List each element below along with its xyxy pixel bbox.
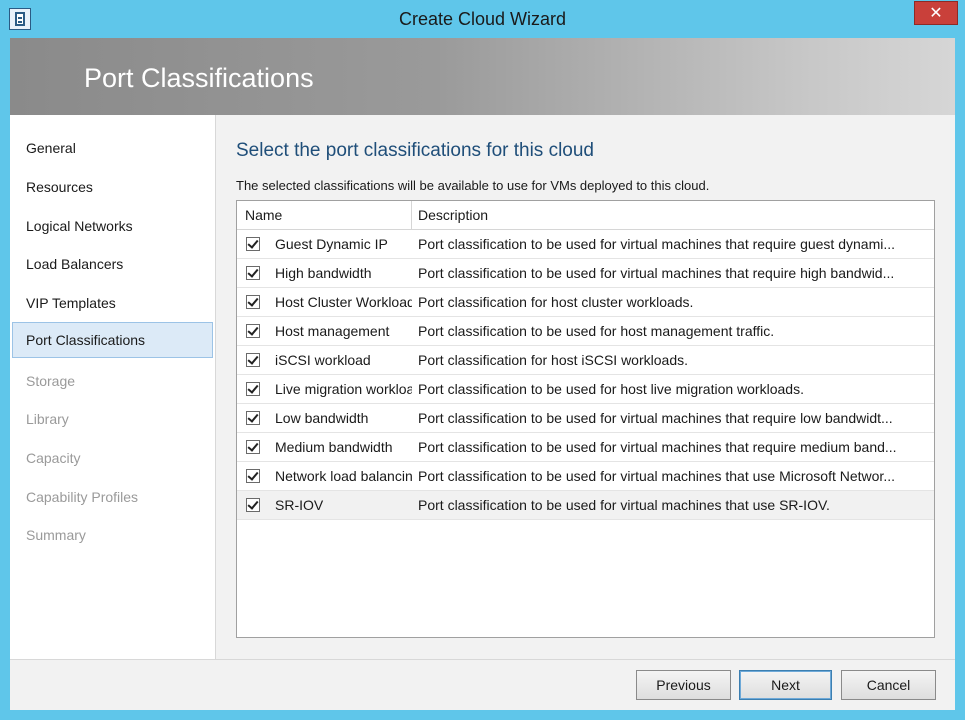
row-description: Port classification to be used for virtu… xyxy=(418,468,895,484)
table-row[interactable]: Guest Dynamic IP Port classification to … xyxy=(237,230,934,259)
table-row[interactable]: Low bandwidth Port classification to be … xyxy=(237,404,934,433)
row-name: Medium bandwidth xyxy=(275,439,393,455)
row-checkbox[interactable] xyxy=(246,353,260,367)
next-button-label: Next xyxy=(771,677,800,693)
row-description: Port classification to be used for host … xyxy=(418,381,804,397)
previous-button[interactable]: Previous xyxy=(636,670,731,700)
table-row[interactable]: Live migration workload Port classificat… xyxy=(237,375,934,404)
row-checkbox[interactable] xyxy=(246,411,260,425)
nav-item-logical-networks[interactable]: Logical Networks xyxy=(12,208,213,244)
row-checkbox[interactable] xyxy=(246,440,260,454)
wizard-window: Create Cloud Wizard ✕ Port Classificatio… xyxy=(0,0,965,720)
column-header-name[interactable]: Name xyxy=(237,201,412,230)
section-description: The selected classifications will be ava… xyxy=(236,178,710,193)
row-description: Port classification for host cluster wor… xyxy=(418,294,694,310)
port-classifications-grid: Name Description Guest Dynamic IP Port c… xyxy=(236,200,935,638)
wizard-client-area: Port Classifications General Resources L… xyxy=(10,38,955,710)
nav-item-vip-templates[interactable]: VIP Templates xyxy=(12,285,213,321)
nav-item-capacity: Capacity xyxy=(26,450,81,466)
column-header-description[interactable]: Description xyxy=(412,201,934,230)
title-bar: Create Cloud Wizard ✕ xyxy=(0,0,965,38)
next-button[interactable]: Next xyxy=(739,670,832,700)
wizard-footer: Previous Next Cancel xyxy=(10,659,955,710)
row-checkbox[interactable] xyxy=(246,469,260,483)
row-checkbox[interactable] xyxy=(246,324,260,338)
table-row[interactable]: Medium bandwidth Port classification to … xyxy=(237,433,934,462)
row-name: Host management xyxy=(275,323,390,339)
row-name: SR-IOV xyxy=(275,497,324,513)
nav-item-capability-profiles: Capability Profiles xyxy=(26,489,139,505)
page-title: Port Classifications xyxy=(84,63,314,93)
row-checkbox[interactable] xyxy=(246,237,260,251)
window-title: Create Cloud Wizard xyxy=(398,9,567,29)
table-row[interactable]: SR-IOV Port classification to be used fo… xyxy=(237,491,934,520)
nav-item-general[interactable]: General xyxy=(12,130,213,166)
table-row[interactable]: Host Cluster Workload Port classificatio… xyxy=(237,288,934,317)
nav-item-resources[interactable]: Resources xyxy=(12,169,213,205)
nav-item-storage: Storage xyxy=(26,373,76,389)
row-description: Port classification to be used for virtu… xyxy=(418,497,830,513)
row-description: Port classification to be used for virtu… xyxy=(418,439,897,455)
row-name: Low bandwidth xyxy=(275,410,369,426)
main-content: Select the port classifications for this… xyxy=(216,115,955,659)
wizard-steps-nav: General Resources Logical Networks Load … xyxy=(10,115,216,659)
row-checkbox[interactable] xyxy=(246,295,260,309)
cancel-button-label: Cancel xyxy=(866,677,911,693)
nav-item-load-balancers[interactable]: Load Balancers xyxy=(12,246,213,282)
close-button[interactable]: ✕ xyxy=(914,1,958,25)
row-name: High bandwidth xyxy=(275,265,372,281)
row-name: Guest Dynamic IP xyxy=(275,236,388,252)
cancel-button[interactable]: Cancel xyxy=(841,670,936,700)
table-row[interactable]: iSCSI workload Port classification for h… xyxy=(237,346,934,375)
nav-item-library: Library xyxy=(26,411,69,427)
close-icon: ✕ xyxy=(929,5,943,22)
table-row[interactable]: Host management Port classification to b… xyxy=(237,317,934,346)
nav-item-port-classifications[interactable]: Port Classifications xyxy=(12,322,213,358)
row-description: Port classification for host iSCSI workl… xyxy=(418,352,688,368)
row-name: Host Cluster Workload xyxy=(275,294,412,310)
row-description: Port classification to be used for virtu… xyxy=(418,410,893,426)
table-row[interactable]: Network load balancing Port classificati… xyxy=(237,462,934,491)
row-description: Port classification to be used for virtu… xyxy=(418,236,896,252)
nav-item-summary: Summary xyxy=(26,527,86,543)
previous-button-label: Previous xyxy=(656,677,711,693)
grid-header: Name Description xyxy=(237,201,934,230)
row-checkbox[interactable] xyxy=(246,382,260,396)
row-description: Port classification to be used for virtu… xyxy=(418,265,895,281)
row-name: iSCSI workload xyxy=(275,352,371,368)
table-row[interactable]: High bandwidth Port classification to be… xyxy=(237,259,934,288)
section-heading: Select the port classifications for this… xyxy=(236,140,595,161)
row-checkbox[interactable] xyxy=(246,498,260,512)
row-name: Live migration workload xyxy=(275,381,412,397)
row-name: Network load balancing xyxy=(275,468,412,484)
row-checkbox[interactable] xyxy=(246,266,260,280)
page-banner: Port Classifications xyxy=(10,38,955,115)
row-description: Port classification to be used for host … xyxy=(418,323,775,339)
